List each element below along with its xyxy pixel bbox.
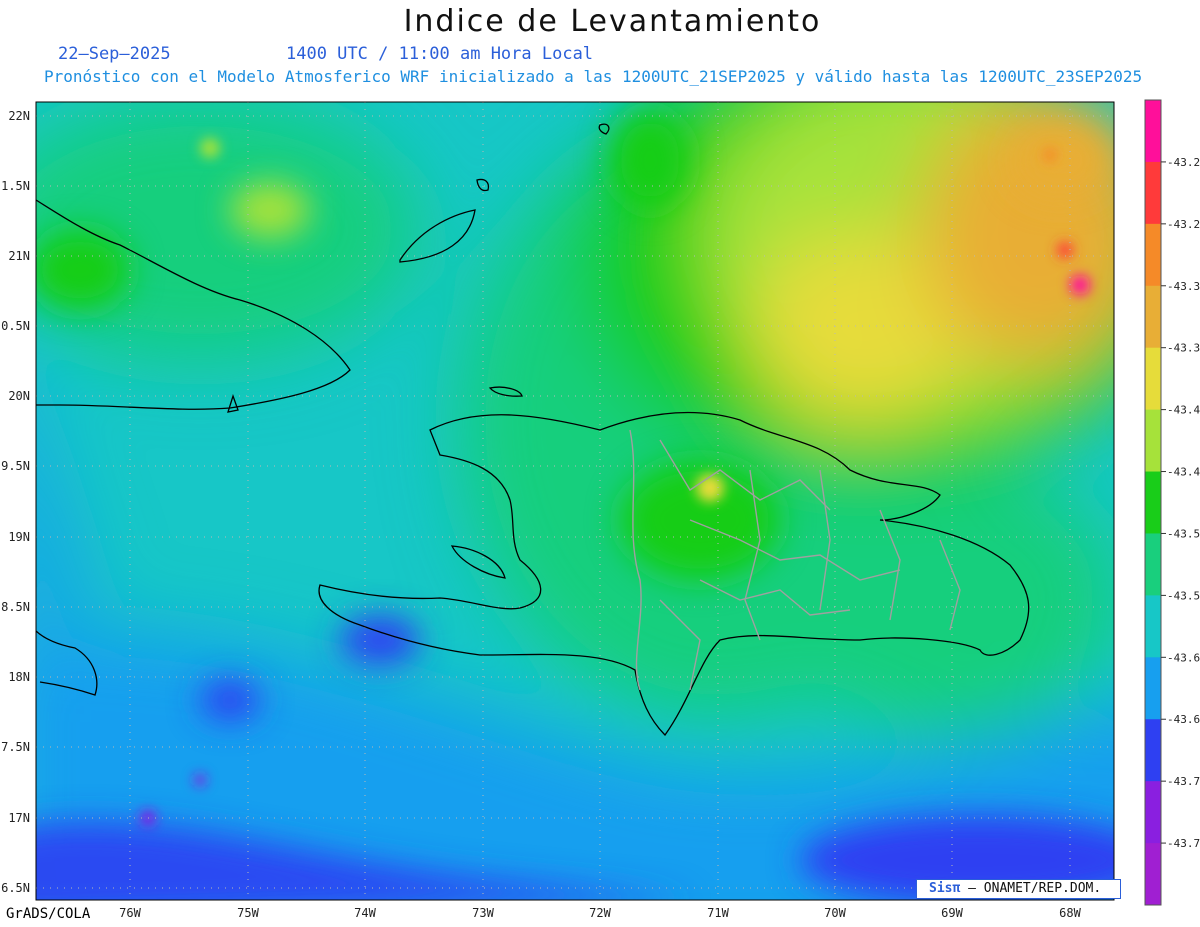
lat-label: 0.5N xyxy=(1,319,30,333)
colorbar-label: -43.3 xyxy=(1167,280,1200,293)
colorbar-label: -43.2 xyxy=(1167,156,1200,169)
lat-label: 18N xyxy=(8,670,30,684)
lat-label: 22N xyxy=(8,109,30,123)
lon-label: 68W xyxy=(1059,906,1081,920)
lat-label: 9.5N xyxy=(1,459,30,473)
colorbar-label: -43.6 xyxy=(1167,651,1200,664)
colorbar-label: -43.7 xyxy=(1167,775,1200,788)
lat-label: 8.5N xyxy=(1,600,30,614)
colorbar-label: -43.6 xyxy=(1167,713,1200,726)
colorbar-swatch xyxy=(1145,657,1161,720)
credit-box: Sisπ – ONAMET/REP.DOM. xyxy=(916,879,1121,899)
colorbar-label: -43.5 xyxy=(1167,589,1200,602)
colorbar-swatch xyxy=(1145,843,1161,906)
colorbar-swatch xyxy=(1145,533,1161,596)
software-tag: GrADS/COLA xyxy=(6,906,91,922)
colorbar-swatch xyxy=(1145,781,1161,844)
sispi-logo: Sisπ xyxy=(929,881,961,896)
lat-label: 7.5N xyxy=(1,740,30,754)
lon-label: 69W xyxy=(941,906,963,920)
lon-label: 70W xyxy=(824,906,846,920)
lat-label: 1.5N xyxy=(1,179,30,193)
colorbar-label: -43.2 xyxy=(1167,218,1200,231)
colorbar-swatch xyxy=(1145,347,1161,411)
colorbar-label: -43.4 xyxy=(1167,404,1200,417)
colorbar-label: -43.4 xyxy=(1167,466,1200,479)
colorbar-swatch xyxy=(1145,161,1161,225)
colorbar-label: -43.3 xyxy=(1167,342,1200,355)
colorbar-label: -43.7 xyxy=(1167,837,1200,850)
lon-label: 75W xyxy=(237,906,259,920)
lon-label: 72W xyxy=(589,906,611,920)
lon-label: 74W xyxy=(354,906,376,920)
lat-label: 19N xyxy=(8,530,30,544)
lat-label: 21N xyxy=(8,249,30,263)
colorbar-swatch xyxy=(1145,285,1161,349)
map-figure: 22N 1.5N 21N 0.5N 20N 9.5N 19N 8.5N 18N … xyxy=(1,99,1200,920)
lifted-index-field xyxy=(36,102,1114,900)
lon-label: 73W xyxy=(472,906,494,920)
credit-text: – ONAMET/REP.DOM. xyxy=(968,881,1102,896)
latitude-labels: 22N 1.5N 21N 0.5N 20N 9.5N 19N 8.5N 18N … xyxy=(1,109,30,895)
longitude-labels: 76W 75W 74W 73W 72W 71W 70W 69W 68W xyxy=(119,906,1081,920)
lat-label: 20N xyxy=(8,389,30,403)
colorbar: -43.2 -43.2 -43.3 -43.3 -43.4 -43.4 -43.5 -43.5… xyxy=(1144,99,1200,906)
colorbar-swatch xyxy=(1145,409,1161,473)
lon-label: 71W xyxy=(707,906,729,920)
colorbar-swatch xyxy=(1145,100,1161,163)
colorbar-swatch xyxy=(1145,471,1161,534)
colorbar-swatch xyxy=(1145,223,1161,287)
lon-label: 76W xyxy=(119,906,141,920)
colorbar-swatch xyxy=(1145,595,1161,658)
lat-label: 6.5N xyxy=(1,881,30,895)
colorbar-swatch xyxy=(1145,719,1161,782)
colorbar-label: -43.5 xyxy=(1167,527,1200,540)
lat-label: 17N xyxy=(8,811,30,825)
